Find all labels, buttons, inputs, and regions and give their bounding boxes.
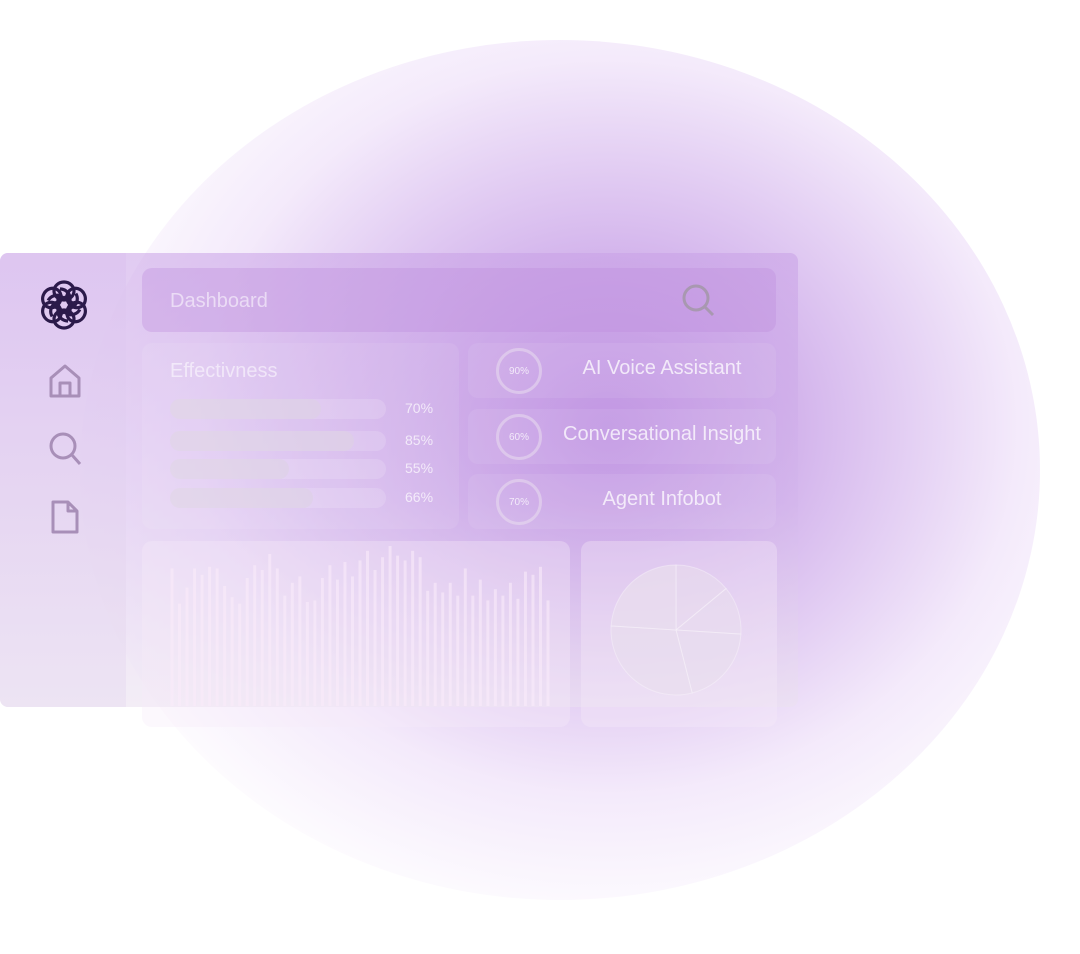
activity-bar [178,603,182,706]
activity-bar [185,587,189,706]
activity-bar [335,579,339,706]
activity-bar [320,578,324,706]
activity-bar [366,550,370,706]
activity-bar [358,560,362,706]
activity-bar [493,589,497,706]
activity-bar [283,595,287,706]
activity-bar [275,568,279,706]
activity-bar [328,565,332,706]
activity-bar [456,595,460,706]
activity-bar [426,590,430,706]
activity-bar [373,570,377,706]
activity-bar [411,550,415,706]
activity-bar [260,570,264,706]
activity-bar [531,574,535,706]
activity-bar [403,560,407,706]
activity-bar [343,562,347,706]
activity-bar [448,582,452,706]
activity-bar [245,578,249,706]
activity-bar [546,600,550,706]
activity-bar [523,571,527,706]
activity-bar [516,598,520,706]
activity-bar [223,586,227,706]
activity-bar [193,568,197,706]
activity-bar [170,568,174,706]
activity-bar [501,595,505,706]
pie-chart-card [581,541,777,727]
activity-bar [238,603,242,706]
activity-bar [350,576,354,706]
activity-bar [441,592,445,706]
activity-bar [471,595,475,706]
activity-bar [200,574,204,706]
activity-bar [486,600,490,706]
activity-bar [208,566,212,706]
activity-bar [388,546,392,706]
activity-chart [170,546,742,706]
activity-bar [313,600,317,706]
activity-bar [305,602,309,706]
activity-bar [538,566,542,706]
activity-bar [290,582,294,706]
activity-bar [478,579,482,706]
activity-bar [298,576,302,706]
activity-bar [230,597,234,706]
activity-bar [433,582,437,706]
activity-bar [253,565,257,706]
activity-bar [268,554,272,706]
activity-bar [396,555,400,706]
activity-bar [418,557,422,706]
activity-bar [215,568,219,706]
activity-bar [381,557,385,706]
activity-bar [463,568,467,706]
activity-bar [508,582,512,706]
